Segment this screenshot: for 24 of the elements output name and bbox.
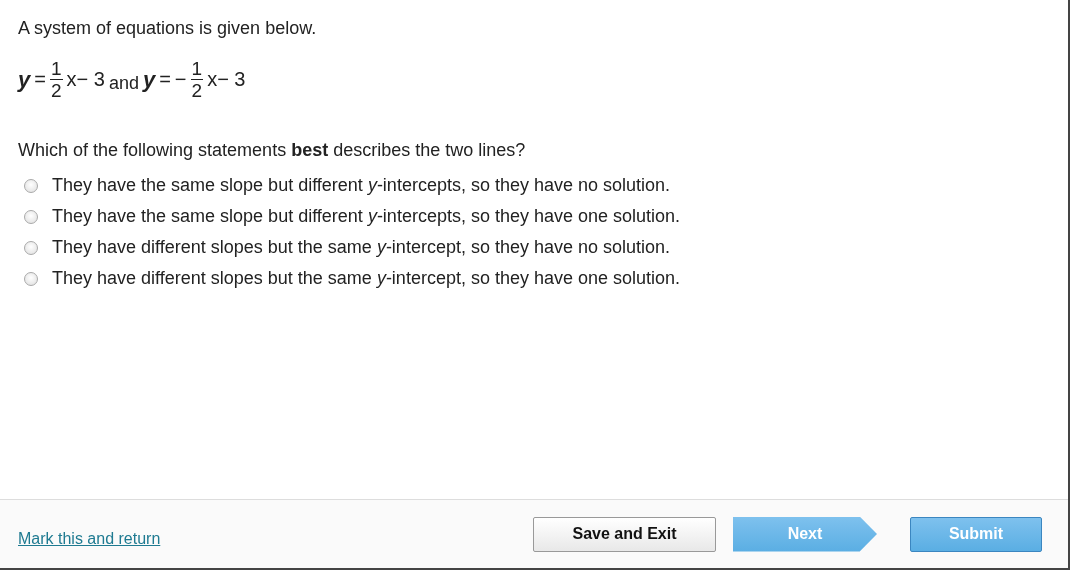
connector-text: and bbox=[108, 73, 139, 94]
option-text: They have the same slope but different y-intercepts, so they have one solution. bbox=[52, 206, 681, 227]
expression-text: x− 3 bbox=[66, 68, 105, 91]
save-exit-button[interactable]: Save and Exit bbox=[533, 516, 716, 552]
variable-text: y bbox=[142, 66, 156, 93]
prompt-text: A system of equations is given below. bbox=[18, 18, 318, 39]
radio-button[interactable] bbox=[24, 271, 38, 286]
option-text: They have different slopes but the same y-intercept, so they have no solution. bbox=[52, 237, 671, 258]
option-text: They have different slopes but the same y-intercept, so they have one solution. bbox=[52, 268, 681, 289]
mark-and-return-link[interactable]: Mark this and return bbox=[18, 530, 161, 548]
radio-button[interactable] bbox=[24, 178, 38, 193]
question-text: Which of the following statements best describes the two lines? bbox=[18, 140, 527, 161]
numerator-text: 1 bbox=[190, 59, 204, 80]
numerator-text: 1 bbox=[49, 59, 63, 80]
equals-sign: = bbox=[159, 68, 171, 91]
equals-sign: = bbox=[34, 68, 46, 91]
option-text: They have the same slope but different y-intercepts, so they have no solution. bbox=[52, 175, 671, 196]
denominator-text: 2 bbox=[191, 80, 203, 100]
variable-text: y bbox=[18, 66, 31, 93]
radio-button[interactable] bbox=[24, 209, 38, 224]
radio-button[interactable] bbox=[24, 240, 38, 255]
denominator-text: 2 bbox=[50, 80, 62, 100]
minus-sign: − bbox=[174, 68, 187, 91]
expression-text: x− 3 bbox=[207, 68, 246, 91]
